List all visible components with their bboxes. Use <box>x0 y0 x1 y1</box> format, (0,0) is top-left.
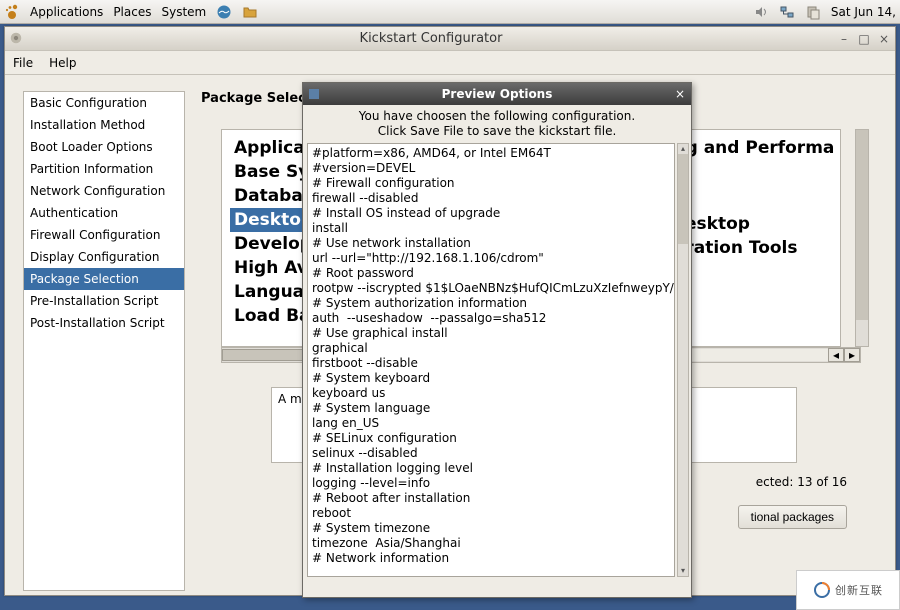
dialog-titlebar: Preview Options × <box>303 83 691 105</box>
sidebar-item-package-selection[interactable]: Package Selection <box>24 268 184 290</box>
clipboard-icon[interactable] <box>805 4 821 20</box>
panel-menu-places[interactable]: Places <box>113 5 151 19</box>
scroll-up-icon[interactable]: ▴ <box>678 144 688 154</box>
gnome-foot-icon <box>4 4 20 20</box>
volume-icon[interactable] <box>753 4 769 20</box>
menu-help[interactable]: Help <box>49 56 76 70</box>
sidebar-item-pre-installation-script[interactable]: Pre-Installation Script <box>24 290 184 312</box>
watermark-text: 创新互联 <box>835 582 883 598</box>
globe-icon[interactable] <box>216 4 232 20</box>
sidebar-item-installation-method[interactable]: Installation Method <box>24 114 184 136</box>
package-groups-vertical-scrollbar[interactable] <box>855 129 869 347</box>
titlebar: Kickstart Configurator – □ × <box>5 27 895 51</box>
network-icon[interactable] <box>779 4 795 20</box>
menubar: File Help <box>5 51 895 75</box>
scroll-down-icon[interactable]: ▾ <box>678 566 688 576</box>
kickstart-preview-textarea[interactable]: #platform=x86, AMD64, or Intel EM64T #ve… <box>307 143 675 577</box>
scroll-left-icon[interactable]: ◂ <box>828 348 844 362</box>
watermark-logo: 创新互联 <box>796 570 900 610</box>
preview-options-dialog: Preview Options × You have choosen the f… <box>302 82 692 598</box>
folder-icon[interactable] <box>242 4 258 20</box>
sidebar-item-basic-configuration[interactable]: Basic Configuration <box>24 92 184 114</box>
window-minimize-button[interactable]: – <box>837 32 851 46</box>
panel-clock[interactable]: Sat Jun 14, <box>831 5 896 19</box>
dialog-app-icon <box>307 87 321 101</box>
panel-menu-applications[interactable]: Applications <box>30 5 103 19</box>
gnome-top-panel: Applications Places System Sat Jun 14, <box>0 0 900 24</box>
optional-packages-button[interactable]: tional packages <box>738 505 847 529</box>
window-maximize-button[interactable]: □ <box>857 32 871 46</box>
dialog-close-button[interactable]: × <box>673 87 687 101</box>
dialog-message: You have choosen the following configura… <box>303 105 691 141</box>
sidebar-item-post-installation-script[interactable]: Post-Installation Script <box>24 312 184 334</box>
sidebar-item-boot-loader-options[interactable]: Boot Loader Options <box>24 136 184 158</box>
window-title: Kickstart Configurator <box>25 31 837 46</box>
menu-file[interactable]: File <box>13 56 33 70</box>
dialog-msg-line-1: You have choosen the following configura… <box>359 109 635 123</box>
app-icon <box>9 31 25 47</box>
dialog-vertical-scrollbar[interactable]: ▴ ▾ <box>677 143 689 577</box>
panel-menu-system[interactable]: System <box>161 5 206 19</box>
dialog-title: Preview Options <box>321 87 673 101</box>
sidebar-item-authentication[interactable]: Authentication <box>24 202 184 224</box>
sidebar-item-display-configuration[interactable]: Display Configuration <box>24 246 184 268</box>
sidebar-item-firewall-configuration[interactable]: Firewall Configuration <box>24 224 184 246</box>
dialog-msg-line-2: Click Save File to save the kickstart fi… <box>378 124 617 138</box>
scroll-right-icon[interactable]: ▸ <box>844 348 860 362</box>
sidebar-item-partition-information[interactable]: Partition Information <box>24 158 184 180</box>
section-sidebar: Basic Configuration Installation Method … <box>23 91 185 591</box>
window-close-button[interactable]: × <box>877 32 891 46</box>
sidebar-item-network-configuration[interactable]: Network Configuration <box>24 180 184 202</box>
selected-count-label: ected: 13 of 16 <box>756 475 847 489</box>
